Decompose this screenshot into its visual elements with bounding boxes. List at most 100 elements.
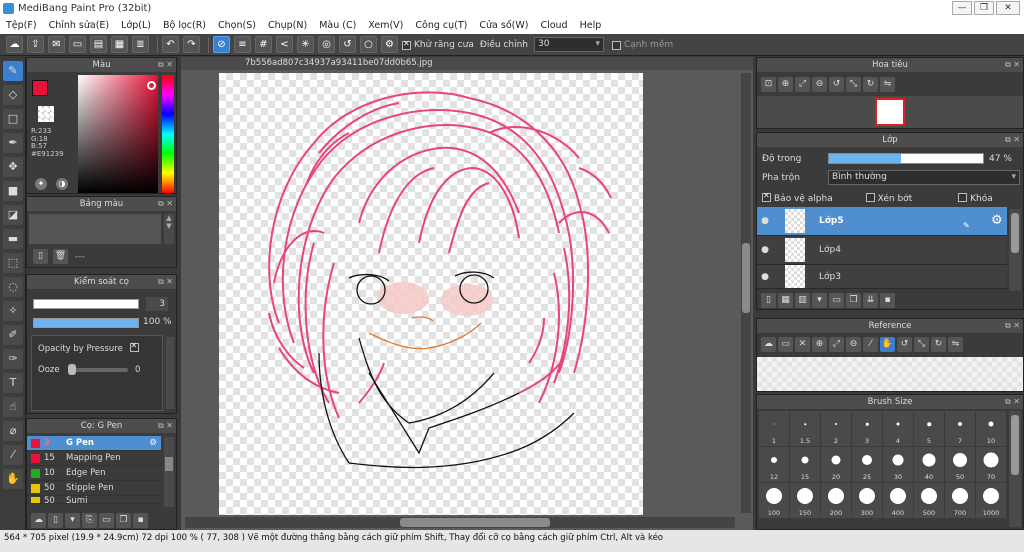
reference-flip-icon[interactable]: ⇋: [948, 337, 963, 352]
smooth-edge-checkbox[interactable]: [611, 41, 621, 50]
parallel-snap-icon[interactable]: ≡: [234, 36, 251, 53]
layer-duplicate-icon[interactable]: ❐: [846, 293, 861, 308]
brush-size-option[interactable]: 3: [852, 411, 882, 446]
text-tool-icon[interactable]: T: [3, 373, 23, 393]
reference-close-icon[interactable]: ✕: [795, 337, 810, 352]
brush-size-option[interactable]: 25: [852, 447, 882, 482]
brush-size-scrollbar[interactable]: [1009, 411, 1021, 527]
brush-size-option[interactable]: 70: [976, 447, 1006, 482]
select-pen-tool-icon[interactable]: ✐: [3, 325, 23, 345]
reset-icon[interactable]: ⤡: [846, 77, 861, 92]
navigator-preview[interactable]: [757, 96, 1023, 128]
nav-snapshot-icon[interactable]: ⊡: [761, 77, 776, 92]
brush-size-option[interactable]: 150: [790, 483, 820, 518]
brush-size-option[interactable]: 50: [945, 447, 975, 482]
gear-icon[interactable]: ⚙: [149, 438, 157, 448]
palette-scrollbar[interactable]: ▲ ▼: [164, 214, 174, 244]
new-layer-8bit-icon[interactable]: ▥: [795, 293, 810, 308]
brush-size-option[interactable]: 30: [883, 447, 913, 482]
secondary-color-swatch[interactable]: [38, 106, 54, 122]
minimize-button[interactable]: —: [952, 1, 972, 15]
eye-icon[interactable]: ●: [757, 216, 773, 226]
brush-item-sumi[interactable]: 50 Sumi: [27, 496, 161, 504]
reference-rotate-left-icon[interactable]: ↺: [897, 337, 912, 352]
brush-size-option[interactable]: 12: [759, 447, 789, 482]
redo-icon[interactable]: ↷: [183, 36, 200, 53]
eye-icon[interactable]: ●: [757, 272, 773, 282]
ooze-slider-handle[interactable]: [68, 364, 76, 375]
brush-copy-icon[interactable]: ⎘: [82, 513, 97, 528]
eraser-tool-icon[interactable]: ◇: [3, 85, 23, 105]
fit-icon[interactable]: ⤢: [795, 77, 810, 92]
add-brush-icon[interactable]: ☁: [31, 513, 46, 528]
opacity-pressure-checkbox[interactable]: [129, 341, 139, 352]
lock-checkbox[interactable]: [958, 193, 968, 202]
protect-alpha-checkbox[interactable]: [762, 191, 771, 202]
brush-size-value[interactable]: 3: [146, 297, 168, 311]
menu-edit[interactable]: Chỉnh sửa(E): [49, 17, 110, 34]
brush-menu-icon[interactable]: ▾: [65, 513, 80, 528]
brush-opacity-slider[interactable]: [33, 318, 139, 328]
list-icon[interactable]: ≣: [132, 36, 149, 53]
reference-fit-icon[interactable]: ⤢: [829, 337, 844, 352]
snap-off-icon[interactable]: ⊘: [213, 36, 230, 53]
reference-view[interactable]: [757, 357, 1023, 391]
brush-size-option[interactable]: 1000: [976, 483, 1006, 518]
operation-tool-icon[interactable]: ☝: [3, 397, 23, 417]
reference-zoom-out-icon[interactable]: ⊖: [846, 337, 861, 352]
curve-snap-icon[interactable]: ↺: [339, 36, 356, 53]
reference-hand-icon[interactable]: ✋: [880, 337, 895, 352]
menu-help[interactable]: Help: [580, 17, 602, 34]
brush-size-option[interactable]: 10: [976, 411, 1006, 446]
brush-item-g-pen[interactable]: 3G Pen ⚙: [27, 436, 161, 451]
brush-tool-icon[interactable]: ✎: [3, 61, 23, 81]
dropper-tool-icon[interactable]: ⁄: [3, 445, 23, 465]
brush-duplicate-icon[interactable]: ❐: [116, 513, 131, 528]
reference-open-icon[interactable]: ▭: [778, 337, 793, 352]
clipping-checkbox[interactable]: [865, 193, 875, 202]
flip-icon[interactable]: ⇋: [880, 77, 895, 92]
brush-size-option[interactable]: 700: [945, 483, 975, 518]
reference-rotate-right-icon[interactable]: ↻: [931, 337, 946, 352]
concentric-snap-icon[interactable]: ◎: [318, 36, 335, 53]
color-eyedropper-icon[interactable]: ✦: [35, 178, 47, 190]
upload-icon[interactable]: ⇪: [27, 36, 44, 53]
layer-folder-icon[interactable]: ▭: [829, 293, 844, 308]
canvas-tab-filename[interactable]: 7b556ad807c34937a93411be07dd0b65.jpg: [181, 57, 753, 70]
reference-cloud-icon[interactable]: ☁: [761, 337, 776, 352]
brush-size-option[interactable]: 20: [821, 447, 851, 482]
rotate-right-icon[interactable]: ↻: [863, 77, 878, 92]
eyedropper-tool-icon[interactable]: ⌀: [3, 421, 23, 441]
select-eraser-tool-icon[interactable]: ✑: [3, 349, 23, 369]
grid-page-icon[interactable]: ▦: [111, 36, 128, 53]
eye-icon[interactable]: ●: [757, 245, 773, 255]
color-mix-icon[interactable]: ◑: [56, 178, 68, 190]
navigator-view-rect[interactable]: [875, 98, 905, 126]
gradient-tool-icon[interactable]: ▬: [3, 229, 23, 249]
color-picker-handle[interactable]: [147, 81, 156, 90]
canvas-horizontal-scrollbar[interactable]: [185, 517, 735, 528]
brush-size-option[interactable]: 100: [759, 483, 789, 518]
select-rect-tool-icon[interactable]: ⬚: [3, 253, 23, 273]
brush-folder-icon[interactable]: ▭: [99, 513, 114, 528]
bucket-tool-icon[interactable]: ◪: [3, 205, 23, 225]
layer-row[interactable]: ● Lớp5 ✎ ⚙: [757, 207, 1007, 236]
brush-delete-icon[interactable]: ▪: [133, 513, 148, 528]
layer-delete-icon[interactable]: ▪: [880, 293, 895, 308]
brush-list-scrollbar[interactable]: [164, 437, 174, 507]
cross-snap-icon[interactable]: #: [255, 36, 272, 53]
brush-size-option[interactable]: 300: [852, 483, 882, 518]
brush-size-option[interactable]: 200: [821, 483, 851, 518]
move-tool-icon[interactable]: ✥: [3, 157, 23, 177]
undo-icon[interactable]: ↶: [162, 36, 179, 53]
lasso-tool-icon[interactable]: ◌: [3, 277, 23, 297]
new-halftone-layer-icon[interactable]: ▦: [778, 293, 793, 308]
rotate-left-icon[interactable]: ↺: [829, 77, 844, 92]
brush-size-option[interactable]: 4: [883, 411, 913, 446]
pen-tool-icon[interactable]: ✒: [3, 133, 23, 153]
menu-filter[interactable]: Bộ lọc(R): [163, 17, 206, 34]
layer-row[interactable]: ● Lớp3: [757, 265, 1007, 289]
brush-item-mapping-pen[interactable]: 15 Mapping Pen: [27, 451, 161, 466]
brush-size-option[interactable]: 400: [883, 483, 913, 518]
brush-size-option[interactable]: 1: [759, 411, 789, 446]
